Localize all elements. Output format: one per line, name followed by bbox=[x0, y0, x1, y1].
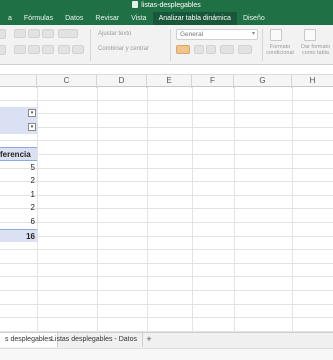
filter-dropdown-icon[interactable]: ▾ bbox=[28, 122, 36, 131]
pivot-value-cell[interactable]: 1 bbox=[0, 188, 37, 202]
align-left-button[interactable] bbox=[14, 45, 26, 54]
format-as-table-button[interactable]: Dar formato como tabla bbox=[298, 44, 333, 57]
decrease-decimal-button[interactable] bbox=[238, 45, 252, 54]
wrap-text-button[interactable]: Ajustar texto bbox=[98, 31, 131, 37]
pivot-value-cell[interactable]: 6 bbox=[0, 215, 37, 229]
sheet-tab-bar: s desplegables Listas desplegables - Dat… bbox=[0, 332, 333, 348]
increase-indent-button[interactable] bbox=[72, 45, 84, 54]
ribbon-separator bbox=[170, 29, 171, 61]
ribbon-separator bbox=[90, 29, 91, 61]
align-right-button[interactable] bbox=[42, 45, 54, 54]
tab-vista[interactable]: Vista bbox=[125, 12, 152, 25]
tab-revisar[interactable]: Revisar bbox=[89, 12, 125, 25]
number-format-select[interactable]: General ▾ bbox=[176, 29, 258, 40]
tab-datos[interactable]: Datos bbox=[59, 12, 89, 25]
increase-decimal-button[interactable] bbox=[220, 45, 234, 54]
merge-center-button[interactable]: Combinar y centrar bbox=[98, 46, 149, 52]
tab-partial[interactable]: a bbox=[2, 12, 18, 25]
tab-formulas[interactable]: Fórmulas bbox=[18, 12, 59, 25]
ribbon-button-partial[interactable] bbox=[0, 29, 6, 39]
currency-format-button[interactable] bbox=[176, 45, 190, 54]
align-middle-button[interactable] bbox=[28, 29, 40, 38]
conditional-format-icon[interactable] bbox=[270, 29, 282, 41]
align-bottom-button[interactable] bbox=[42, 29, 54, 38]
column-header-row: C D E F G H bbox=[0, 74, 333, 88]
sheet-tab-listas-desplegables-datos[interactable]: Listas desplegables - Datos bbox=[46, 333, 143, 347]
pivot-value-cell[interactable]: 5 bbox=[0, 161, 37, 175]
number-format-value: General bbox=[180, 31, 204, 38]
chevron-down-icon: ▾ bbox=[251, 31, 255, 37]
pivot-grand-total-cell[interactable]: 16 bbox=[0, 228, 37, 243]
conditional-format-button[interactable]: Formato condicional bbox=[264, 44, 296, 56]
align-top-button[interactable] bbox=[14, 29, 26, 38]
pivot-value-cell[interactable]: 2 bbox=[0, 201, 37, 215]
status-bar bbox=[0, 348, 333, 360]
pivot-value-cell[interactable]: 2 bbox=[0, 174, 37, 188]
ribbon-separator bbox=[262, 29, 263, 61]
title-bar: listas-desplegables bbox=[0, 0, 333, 12]
decrease-indent-button[interactable] bbox=[58, 45, 70, 54]
pivot-filter-cell[interactable]: ▾ bbox=[0, 120, 37, 135]
align-center-button[interactable] bbox=[28, 45, 40, 54]
filter-dropdown-icon[interactable]: ▾ bbox=[28, 109, 36, 117]
tab-analizar-tabla-dinamica[interactable]: Analizar tabla dinámica bbox=[152, 12, 237, 25]
window-title: listas-desplegables bbox=[141, 2, 201, 9]
ribbon-tabs: a Fórmulas Datos Revisar Vista Analizar … bbox=[0, 12, 333, 25]
orientation-button[interactable] bbox=[58, 29, 78, 38]
comma-style-button[interactable] bbox=[206, 45, 216, 54]
tab-diseno[interactable]: Diseño bbox=[237, 12, 271, 25]
format-as-table-icon[interactable] bbox=[304, 29, 316, 41]
spreadsheet-grid[interactable]: ▾ ▾ ferencia 5 2 1 2 6 16 bbox=[0, 87, 333, 332]
pivot-filter-cell[interactable]: ▾ bbox=[0, 107, 37, 121]
ribbon: Ajustar texto Combinar y centrar General… bbox=[0, 25, 333, 65]
percent-button[interactable] bbox=[194, 45, 204, 54]
pivot-header-cell[interactable]: ferencia bbox=[0, 147, 37, 161]
ribbon-button-partial[interactable] bbox=[0, 45, 6, 55]
add-sheet-button[interactable]: + bbox=[142, 335, 156, 345]
excel-document-icon bbox=[132, 1, 139, 8]
